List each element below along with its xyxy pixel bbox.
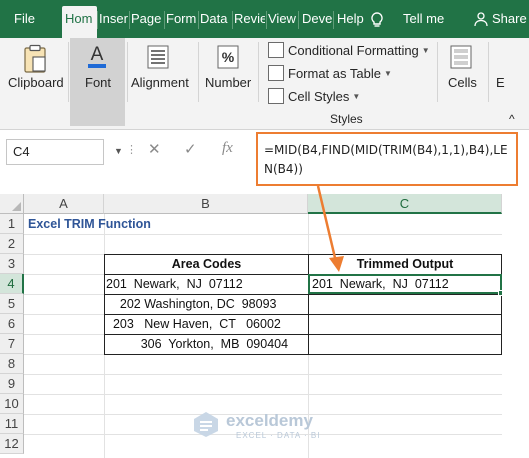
clipboard-button[interactable]: Clipboard <box>8 75 64 90</box>
formula-text: =MID(B4,FIND(MID(TRIM(B4),1,1),B4),LEN(B… <box>264 143 508 176</box>
chevron-down-icon: ▼ <box>352 91 361 101</box>
enter-check-icon[interactable]: ✓ <box>184 140 197 158</box>
name-box[interactable]: C4 <box>6 139 104 165</box>
formula-input[interactable]: =MID(B4,FIND(MID(TRIM(B4),1,1),B4),LEN(B… <box>256 132 518 186</box>
ribbon-divider <box>258 42 259 102</box>
row-header[interactable]: 3 <box>0 254 24 274</box>
conditional-formatting-label: Conditional Formatting <box>288 42 419 58</box>
cell-b5[interactable]: 202 Washington, DC 98093 <box>106 294 306 314</box>
row-header[interactable]: 7 <box>0 334 24 354</box>
tab-separator <box>333 11 334 29</box>
column-header-a[interactable]: A <box>24 194 104 214</box>
tab-insert[interactable]: Inser <box>99 0 129 38</box>
tell-me-search[interactable]: Tell me <box>403 0 444 38</box>
format-as-table-button[interactable]: Format as Table ▼ <box>268 63 392 83</box>
callout-arrow-icon <box>316 185 344 272</box>
tab-review[interactable]: Revie <box>234 0 265 38</box>
tab-help[interactable]: Help <box>337 0 365 38</box>
tab-separator <box>164 11 165 29</box>
row-header[interactable]: 4 <box>0 274 24 294</box>
tab-separator <box>232 11 233 29</box>
exceldemy-logo-icon <box>194 412 218 437</box>
tab-formulas[interactable]: Form <box>166 0 197 38</box>
conditional-formatting-icon <box>268 42 284 58</box>
chevron-down-icon: ▼ <box>421 45 430 55</box>
tab-separator <box>97 11 98 29</box>
insert-function-icon[interactable]: fx <box>222 140 233 157</box>
format-as-table-icon <box>268 65 284 81</box>
format-as-table-label: Format as Table <box>288 65 381 81</box>
select-all-button[interactable] <box>0 194 24 214</box>
row-header[interactable]: 8 <box>0 354 24 374</box>
tab-file[interactable]: File <box>14 0 35 38</box>
tab-view[interactable]: View <box>268 0 297 38</box>
tab-home[interactable]: Hom <box>62 6 97 38</box>
tab-separator <box>266 11 267 29</box>
cell-b7[interactable]: 306 Yorkton, MB 090404 <box>106 334 306 354</box>
header-area-codes[interactable]: Area Codes <box>105 254 308 274</box>
cells-button[interactable]: Cells <box>448 75 477 90</box>
ribbon-divider <box>488 42 489 102</box>
cell-styles-icon <box>268 88 284 104</box>
watermark-tagline: EXCEL · DATA · BI <box>236 431 321 440</box>
percent-icon[interactable]: % <box>216 44 240 70</box>
gridline <box>24 234 502 235</box>
tab-developer[interactable]: Deve <box>302 0 332 38</box>
cell-b4[interactable]: 201 Newark, NJ 07112 <box>106 274 306 294</box>
formula-bar-grip-icon: ⋮ <box>126 144 137 156</box>
row-header[interactable]: 11 <box>0 414 24 434</box>
empty-area <box>502 214 529 458</box>
row-header[interactable]: 5 <box>0 294 24 314</box>
ribbon-divider <box>68 42 69 102</box>
row-header[interactable]: 6 <box>0 314 24 334</box>
editing-button[interactable]: E <box>496 75 505 90</box>
ribbon-divider <box>437 42 438 102</box>
column-header-b[interactable]: B <box>104 194 308 214</box>
lightbulb-icon <box>371 12 383 27</box>
gridline <box>24 374 502 375</box>
sheet-title[interactable]: Excel TRIM Function <box>28 214 151 234</box>
formula-bar: C4 ▼ ⋮ ✕ ✓ fx =MID(B4,FIND(MID(TRIM(B4),… <box>0 130 529 186</box>
cancel-icon[interactable]: ✕ <box>148 140 161 158</box>
number-button[interactable]: Number <box>205 75 251 90</box>
conditional-formatting-button[interactable]: Conditional Formatting ▼ <box>268 40 430 60</box>
font-a-icon[interactable]: A <box>85 43 109 71</box>
row-header[interactable]: 2 <box>0 234 24 254</box>
svg-text:A: A <box>91 44 104 65</box>
ribbon-divider <box>198 42 199 102</box>
tab-data[interactable]: Data <box>200 0 231 38</box>
row-header[interactable]: 1 <box>0 214 24 234</box>
chevron-down-icon[interactable]: ▼ <box>114 146 123 156</box>
font-button[interactable]: Font <box>85 75 111 90</box>
tab-page-layout[interactable]: Page <box>131 0 163 38</box>
ribbon-tab-bar: File Hom Inser Page Form Data Revie View… <box>0 0 529 38</box>
cell-styles-label: Cell Styles <box>288 88 350 104</box>
share-button[interactable]: Share <box>492 0 527 38</box>
cells-icon[interactable] <box>449 44 473 70</box>
share-person-icon <box>474 12 488 27</box>
ribbon-collapse-icon[interactable]: ^ <box>509 112 515 126</box>
row-header[interactable]: 10 <box>0 394 24 414</box>
alignment-icon[interactable] <box>146 44 170 70</box>
row-header[interactable]: 12 <box>0 434 24 454</box>
styles-group-label: Styles <box>330 112 363 126</box>
alignment-button[interactable]: Alignment <box>131 75 189 90</box>
gridline <box>24 394 502 395</box>
row-header[interactable]: 9 <box>0 374 24 394</box>
tab-separator <box>198 11 199 29</box>
svg-text:%: % <box>222 49 235 65</box>
chevron-down-icon: ▼ <box>383 68 392 78</box>
cell-b6[interactable]: 203 New Haven, CT 06002 <box>106 314 306 334</box>
tab-separator <box>129 11 130 29</box>
cell-styles-button[interactable]: Cell Styles ▼ <box>268 86 360 106</box>
ribbon-divider <box>127 42 128 102</box>
table-border <box>104 354 502 355</box>
watermark-name: exceldemy <box>226 411 313 430</box>
tab-separator <box>298 11 299 29</box>
clipboard-paste-icon[interactable] <box>22 44 48 74</box>
